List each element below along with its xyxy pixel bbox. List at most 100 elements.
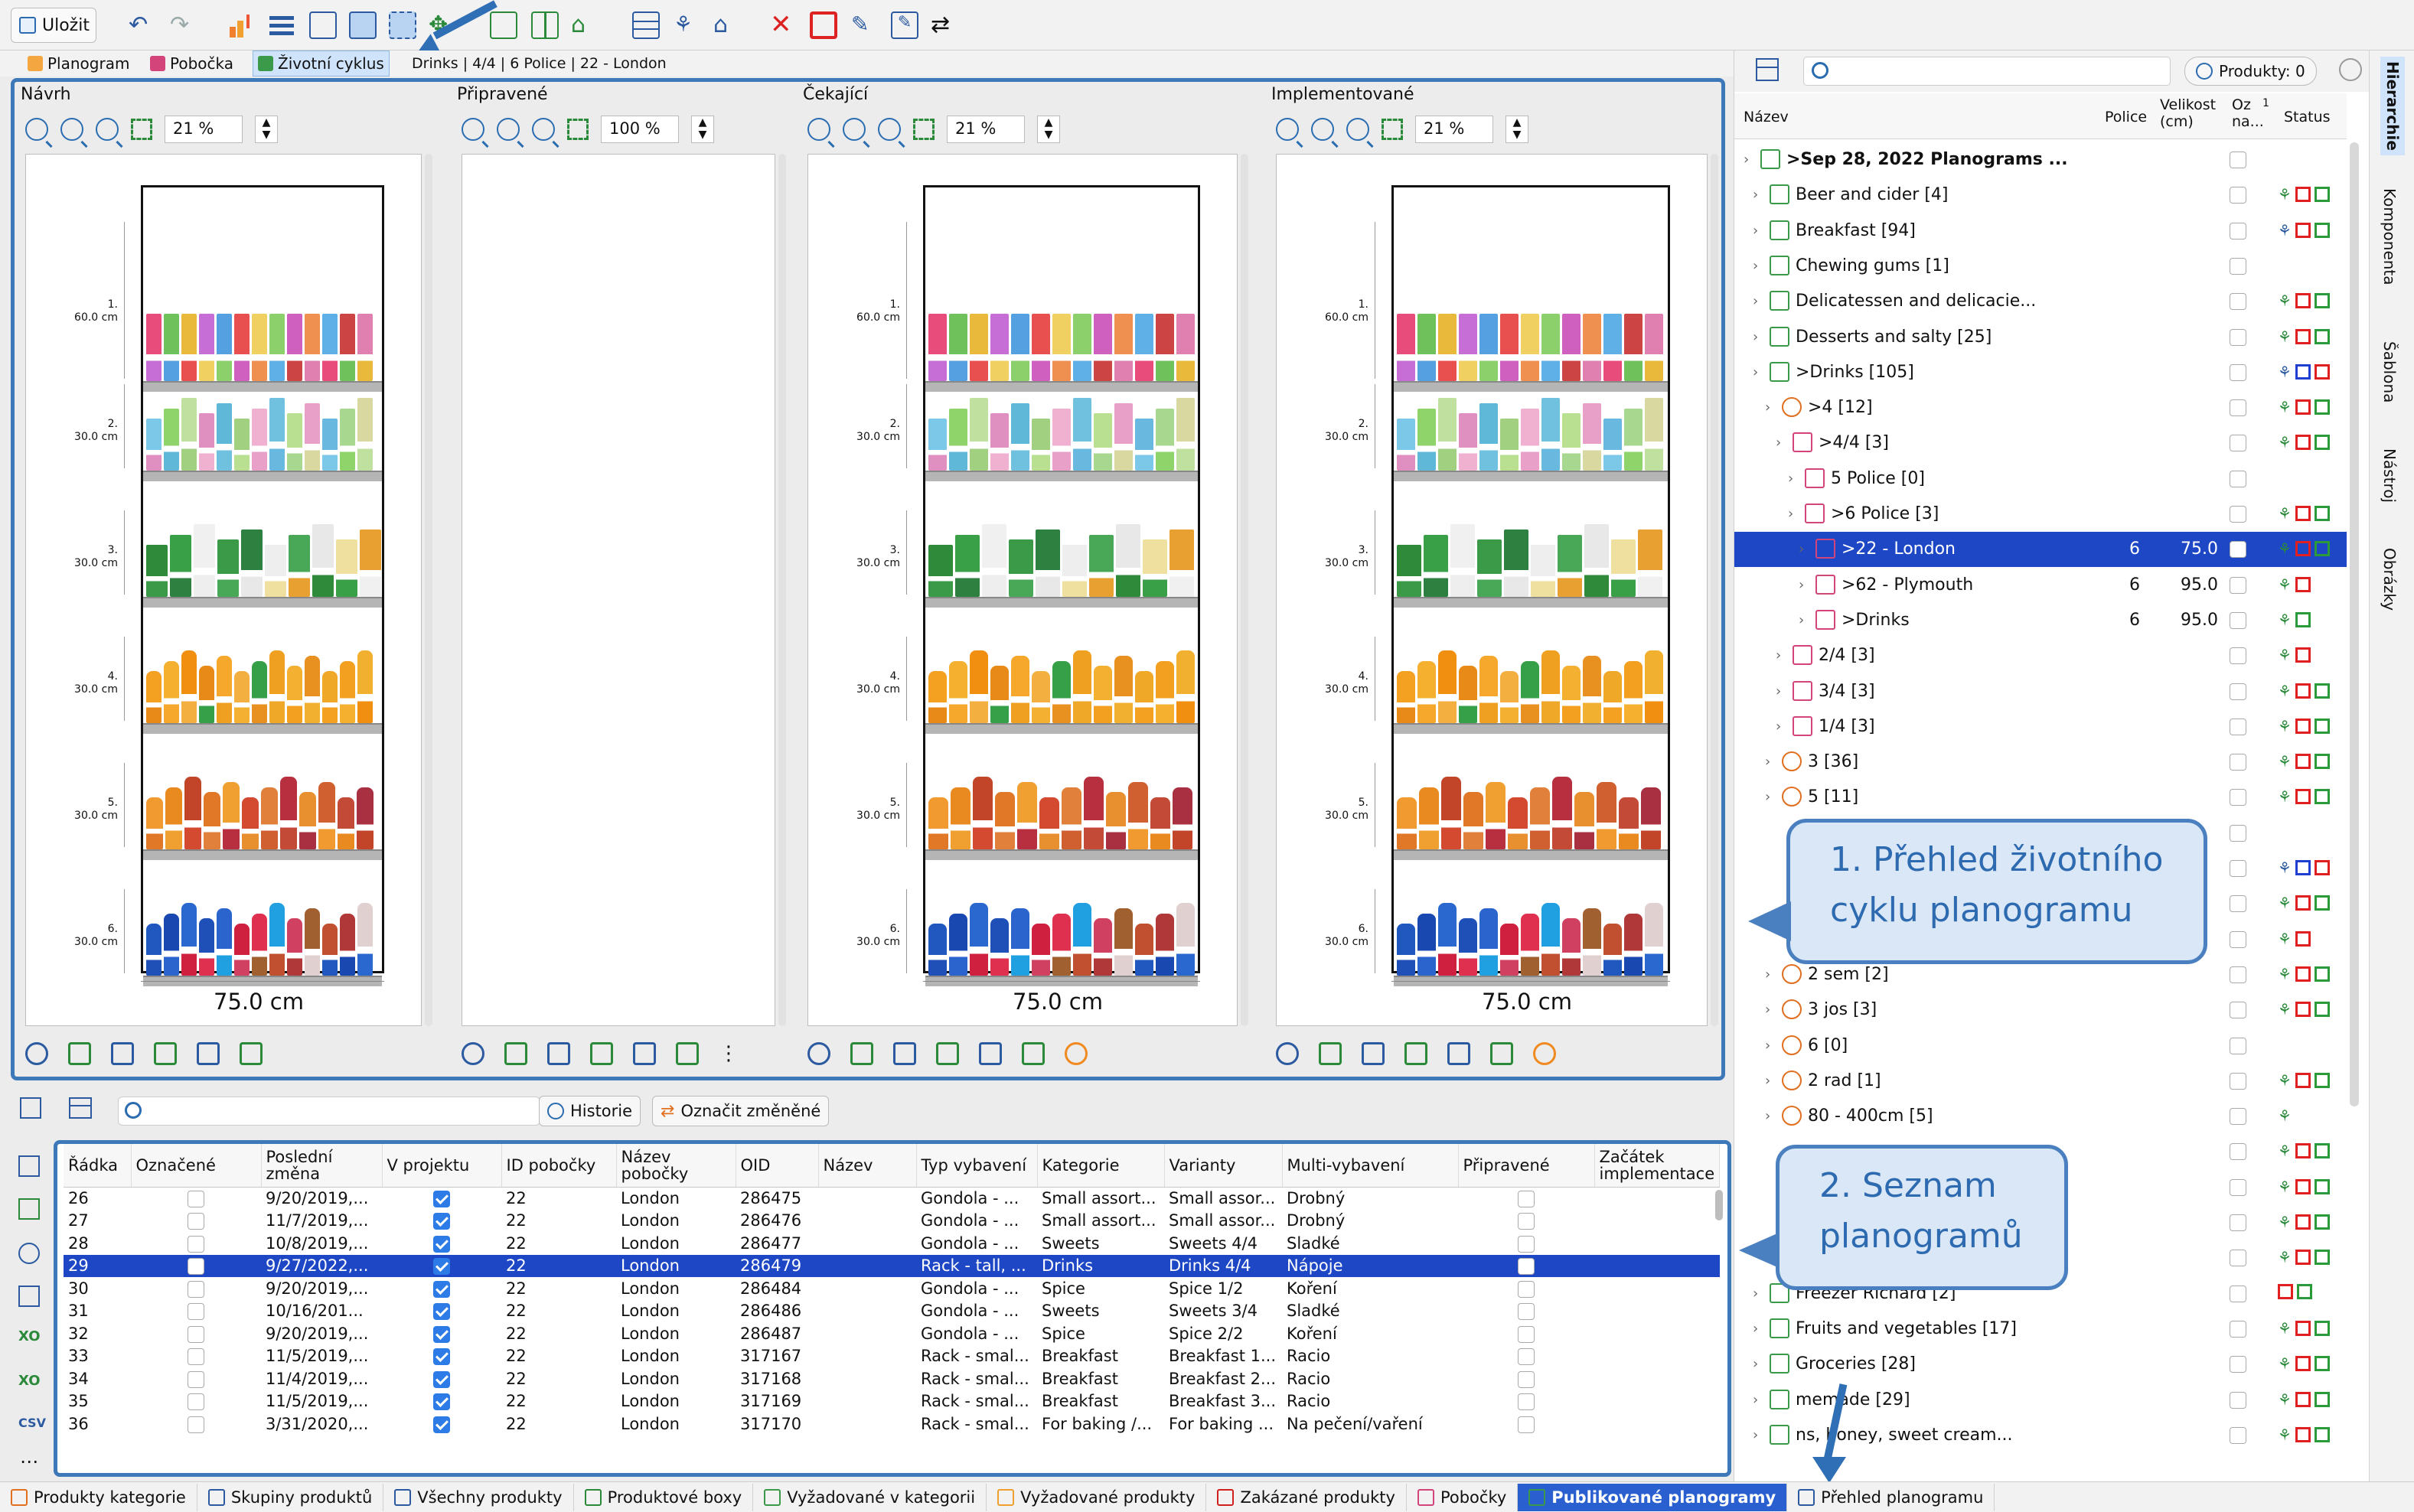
product-item[interactable] xyxy=(1052,661,1071,723)
product-item[interactable] xyxy=(970,903,988,976)
product-item[interactable] xyxy=(1562,918,1581,976)
edit-tool-icon[interactable] xyxy=(154,1042,177,1065)
product-item[interactable] xyxy=(1645,398,1663,471)
column-header[interactable]: Označené xyxy=(131,1144,262,1188)
in-project-checkbox[interactable] xyxy=(433,1325,450,1343)
product-item[interactable] xyxy=(287,413,302,471)
product-item[interactable] xyxy=(269,398,285,471)
table-row[interactable]: 31 10/16/201... 22 London 286486 Gondola - ..… xyxy=(64,1300,1720,1323)
product-item[interactable] xyxy=(360,530,381,597)
product-item[interactable] xyxy=(1459,918,1477,976)
product-item[interactable] xyxy=(1603,924,1622,976)
column-header[interactable]: Poslední změna xyxy=(261,1144,383,1188)
product-item[interactable] xyxy=(1397,314,1415,381)
product-item[interactable] xyxy=(1438,650,1457,723)
product-item[interactable] xyxy=(1397,419,1415,471)
in-project-checkbox[interactable] xyxy=(433,1370,450,1388)
product-item[interactable] xyxy=(1062,787,1081,849)
product-item[interactable] xyxy=(199,666,214,723)
add-product-icon[interactable] xyxy=(227,11,254,39)
print-icon[interactable] xyxy=(1447,1042,1470,1065)
product-item[interactable] xyxy=(1479,908,1498,976)
product-item[interactable] xyxy=(252,914,267,976)
fit-screen-icon[interactable] xyxy=(131,119,152,140)
product-item[interactable] xyxy=(340,314,355,381)
product-item[interactable] xyxy=(990,666,1009,723)
product-item[interactable] xyxy=(280,777,297,849)
marked-checkbox[interactable] xyxy=(2230,506,2246,523)
tree-row[interactable]: › 3/4 [3] ⚘ xyxy=(1734,674,2347,709)
tree-row[interactable]: › Chewing gums [1] xyxy=(1734,249,2347,284)
canvas-scrollbar[interactable] xyxy=(425,154,432,1026)
product-item[interactable] xyxy=(1011,403,1029,471)
chevron-right-icon[interactable]: › xyxy=(1765,1002,1770,1018)
product-item[interactable] xyxy=(234,924,250,976)
product-item[interactable] xyxy=(1106,792,1126,849)
product-item[interactable] xyxy=(1084,777,1104,849)
product-item[interactable] xyxy=(322,924,338,976)
product-item[interactable] xyxy=(1603,419,1622,471)
table-row[interactable]: 33 11/5/2019,... 22 London 317167 Rack - smal… xyxy=(64,1345,1720,1368)
fit-screen-icon[interactable] xyxy=(1382,119,1403,140)
shelf[interactable] xyxy=(1394,597,1668,608)
marked-checkbox[interactable] xyxy=(188,1416,204,1433)
product-item[interactable] xyxy=(1459,666,1477,723)
marked-checkbox[interactable] xyxy=(188,1235,204,1253)
product-item[interactable] xyxy=(1417,409,1436,471)
product-item[interactable] xyxy=(1500,924,1519,976)
zoom-icon[interactable] xyxy=(25,1042,48,1065)
product-item[interactable] xyxy=(1114,908,1133,976)
planogram-canvas[interactable]: 1. 60.0 cm 2. 30.0 cm 3. 30.0 cm 4. 30.0 cm 5. 30… xyxy=(25,154,422,1026)
tree-row[interactable]: › >6 Police [3] ⚘ xyxy=(1734,497,2347,532)
marked-checkbox[interactable] xyxy=(2230,1214,2246,1231)
product-item[interactable] xyxy=(357,314,373,381)
zoom-fit-icon[interactable] xyxy=(878,118,901,141)
product-item[interactable] xyxy=(1624,409,1642,471)
product-item[interactable] xyxy=(1438,398,1457,471)
tree-row[interactable]: › memade [29] ⚘ xyxy=(1734,1383,2347,1418)
chevron-right-icon[interactable]: › xyxy=(1776,435,1781,451)
marked-checkbox[interactable] xyxy=(188,1325,204,1343)
marked-checkbox[interactable] xyxy=(2230,222,2246,240)
chevron-right-icon[interactable]: › xyxy=(1765,399,1770,415)
column-header[interactable]: OID xyxy=(736,1144,819,1188)
product-item[interactable] xyxy=(146,924,161,976)
product-item[interactable] xyxy=(1073,398,1091,471)
mark-changed-button[interactable]: ⇄ Označit změněné xyxy=(652,1096,830,1126)
side-tab-template[interactable]: Šablona xyxy=(2380,341,2399,402)
product-item[interactable] xyxy=(1603,671,1622,723)
product-item[interactable] xyxy=(184,777,201,849)
chevron-right-icon[interactable]: › xyxy=(1776,683,1781,699)
product-item[interactable] xyxy=(1156,314,1174,381)
product-item[interactable] xyxy=(951,787,970,849)
column-header[interactable]: Připravené xyxy=(1458,1144,1595,1188)
chevron-right-icon[interactable]: › xyxy=(1799,612,1804,628)
product-item[interactable] xyxy=(1417,661,1436,723)
table-icon[interactable] xyxy=(69,1097,92,1119)
col-status[interactable]: Status xyxy=(2284,109,2331,125)
shelf[interactable] xyxy=(143,381,382,392)
product-item[interactable] xyxy=(1397,545,1421,597)
marked-checkbox[interactable] xyxy=(188,1213,204,1230)
product-item[interactable] xyxy=(1477,539,1502,597)
export-xo-alt-icon[interactable]: XO xyxy=(18,1373,41,1389)
table-row[interactable]: 27 11/7/2019,... 22 London 286476 Gondola - .… xyxy=(64,1210,1720,1233)
chevron-right-icon[interactable]: › xyxy=(1753,223,1758,239)
select-tool-icon[interactable] xyxy=(1319,1042,1342,1065)
product-item[interactable] xyxy=(990,314,1009,381)
product-item[interactable] xyxy=(1073,314,1091,381)
shelf[interactable] xyxy=(1394,723,1668,734)
shelf[interactable] xyxy=(925,597,1198,608)
product-item[interactable] xyxy=(928,314,947,381)
product-item[interactable] xyxy=(928,419,947,471)
shelf[interactable] xyxy=(925,381,1198,392)
product-item[interactable] xyxy=(146,671,161,723)
product-item[interactable] xyxy=(1583,403,1601,471)
product-item[interactable] xyxy=(1479,656,1498,723)
zoom-in-icon[interactable] xyxy=(25,118,48,141)
product-item[interactable] xyxy=(199,413,214,471)
in-project-checkbox[interactable] xyxy=(433,1213,450,1230)
product-item[interactable] xyxy=(970,650,988,723)
hand-tool-icon[interactable] xyxy=(547,1042,570,1065)
tree-row[interactable]: › Desserts and salty [25] ⚘ xyxy=(1734,320,2347,355)
